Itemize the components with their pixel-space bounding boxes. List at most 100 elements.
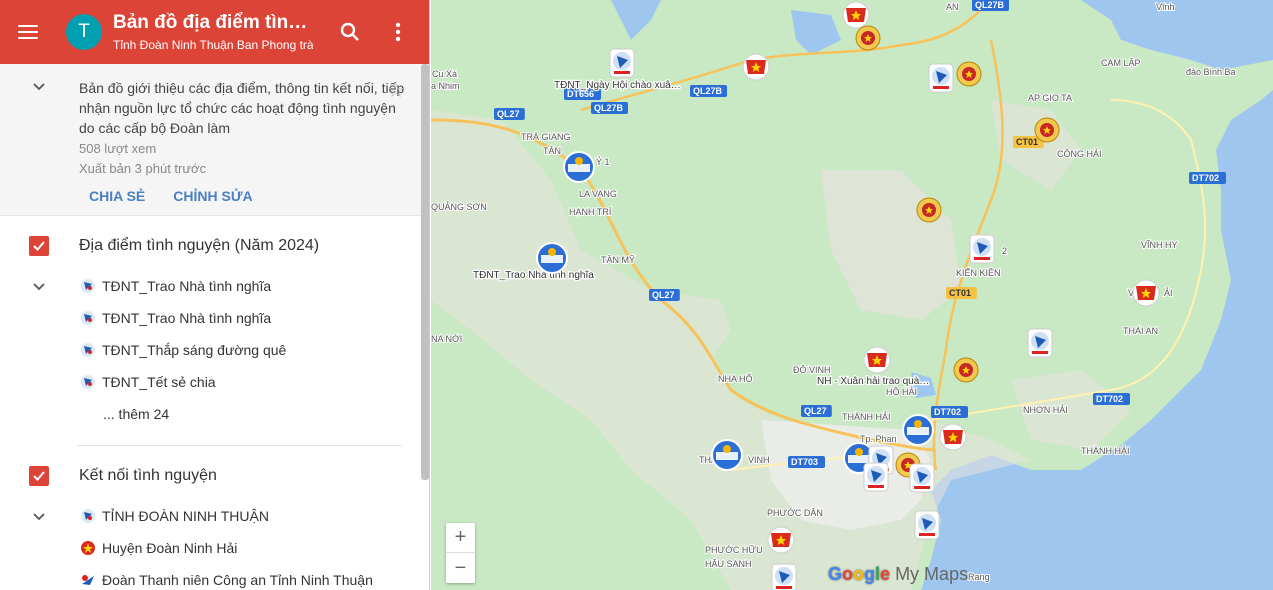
union-stripe	[974, 257, 990, 260]
road-label-text: DT702	[1192, 173, 1219, 183]
place-label: CÔNG HẢI	[1057, 148, 1102, 159]
list-item[interactable]: TĐNT_Thắp sáng đường quê	[80, 342, 286, 358]
chevron-down-icon[interactable]	[32, 80, 46, 94]
police-marker[interactable]	[855, 25, 881, 51]
list-item[interactable]: TĐNT_Tết sẻ chia	[80, 374, 216, 390]
flag-marker[interactable]	[842, 1, 870, 29]
star-icon[interactable]: ☆	[387, 78, 405, 103]
flag-marker[interactable]	[939, 423, 967, 451]
avatar[interactable]: T	[66, 14, 102, 50]
map-title: Bản đồ địa điểm tình …	[113, 12, 313, 33]
zoom-in-button[interactable]: +	[446, 523, 475, 553]
place-label: Cu Xá	[432, 69, 457, 79]
photo-marker[interactable]	[536, 242, 568, 274]
photo-detail	[716, 452, 738, 460]
union-marker[interactable]	[914, 510, 940, 540]
road-label-text: CT01	[1016, 137, 1038, 147]
place-label: ĐÔ VINH	[793, 365, 831, 375]
search-icon[interactable]	[338, 20, 362, 44]
union-marker[interactable]	[1027, 328, 1053, 358]
road-label-text: QL27	[652, 290, 675, 300]
layer-title: Địa điểm tình nguyện (Năm 2024)	[79, 237, 320, 254]
more-vert-icon[interactable]	[386, 20, 410, 44]
check-icon	[33, 241, 45, 251]
photo-marker[interactable]	[711, 439, 743, 471]
road-label: DT702	[1093, 393, 1130, 405]
youth-union-flag-icon	[81, 541, 95, 555]
place-label: NHA HỐ	[718, 373, 753, 384]
layer-checkbox[interactable]	[29, 466, 49, 486]
check-icon	[33, 471, 45, 481]
road-label: QL27B	[591, 102, 628, 114]
place-label: THÀNH HẢI	[1081, 445, 1130, 456]
list-item[interactable]: TĐNT_Trao Nhà tình nghĩa	[80, 278, 271, 294]
scrollbar[interactable]	[421, 64, 429, 480]
photo-detail	[848, 455, 870, 463]
union-marker[interactable]	[909, 463, 935, 493]
union-stripe	[919, 533, 935, 536]
flag-marker[interactable]	[863, 346, 891, 374]
police-marker[interactable]	[953, 357, 979, 383]
road-label: CT01	[946, 287, 977, 299]
road-label: QL27B	[690, 85, 727, 97]
place-label: VĨNH HY	[1141, 240, 1178, 250]
layer-title: Kết nối tình nguyện	[79, 467, 217, 484]
union-stripe	[776, 586, 792, 589]
photo-marker[interactable]	[902, 414, 934, 446]
photo-detail	[568, 164, 590, 172]
road-label-text: DT703	[791, 457, 818, 467]
list-item[interactable]: Đoàn Thanh niên Công an Tỉnh Ninh Thuận	[80, 572, 373, 588]
place-label: Rang	[968, 572, 990, 582]
more-items-link[interactable]: ... thêm 24	[103, 406, 169, 422]
layer-1: Địa điểm tình nguyện (Năm 2024) TĐNT_Tra…	[0, 216, 420, 446]
share-button[interactable]: CHIA SẺ	[89, 188, 145, 204]
menu-icon[interactable]	[18, 18, 46, 46]
zoom-out-button[interactable]: −	[446, 553, 475, 583]
map-canvas[interactable]: QL27B DT656 QL27B QL27B QL27 QL27 CT01 DT702 CT0…	[431, 0, 1273, 590]
place-label: KIẾN KIÊN	[956, 268, 1001, 278]
place-label: VINH	[748, 455, 770, 465]
flag-marker[interactable]	[742, 53, 770, 81]
place-label: THÀNH HẢI	[842, 411, 891, 422]
police-marker[interactable]	[956, 61, 982, 87]
layer-checkbox[interactable]	[29, 236, 49, 256]
map-description: Bản đồ giới thiệu các địa điểm, thông ti…	[79, 80, 405, 136]
road-label: DT702	[1189, 172, 1226, 184]
place-label: Vĩnh	[1156, 2, 1175, 12]
photo-detail	[575, 157, 583, 165]
road-label-text: QL27	[497, 109, 520, 119]
union-stripe	[614, 71, 630, 74]
list-item[interactable]: TĐNT_Trao Nhà tình nghĩa	[80, 310, 271, 326]
union-marker[interactable]	[609, 48, 635, 78]
list-item[interactable]: Huyện Đoàn Ninh Hải	[80, 540, 237, 556]
place-label: HẬU SANH	[705, 559, 752, 569]
edit-button[interactable]: CHỈNH SỬA	[173, 188, 252, 204]
union-marker[interactable]	[969, 234, 995, 264]
union-marker[interactable]	[863, 462, 889, 492]
place-label: HẠNH TRÍ	[569, 207, 612, 217]
youth-union-icon	[81, 311, 95, 325]
union-marker[interactable]	[928, 63, 954, 93]
road-label: QL27	[801, 405, 832, 417]
chevron-down-icon[interactable]	[32, 280, 46, 294]
place-label: PHƯỚC HỮU	[705, 545, 763, 555]
youth-union-icon	[81, 343, 95, 357]
list-item[interactable]: TỈNH ĐOÀN NINH THUẬN	[80, 508, 269, 524]
road-label: DT703	[788, 456, 825, 468]
place-label: 2	[1002, 246, 1007, 256]
place-label: đảo Bình Ba	[1186, 67, 1236, 77]
chevron-down-icon[interactable]	[32, 510, 46, 524]
google-my-maps-logo: Google My Maps	[828, 564, 969, 584]
flag-marker[interactable]	[1132, 279, 1160, 307]
place-label: TÂN MỸ	[601, 255, 635, 265]
police-marker[interactable]	[1034, 117, 1060, 143]
zoom-control: + −	[446, 523, 475, 583]
photo-detail	[548, 248, 556, 256]
place-label: THÁI AN	[1123, 326, 1158, 336]
photo-marker[interactable]	[563, 151, 595, 183]
photo-detail	[914, 420, 922, 428]
union-marker[interactable]	[771, 563, 797, 590]
union-stripe	[1032, 351, 1048, 354]
police-marker[interactable]	[916, 197, 942, 223]
flag-marker[interactable]	[767, 526, 795, 554]
